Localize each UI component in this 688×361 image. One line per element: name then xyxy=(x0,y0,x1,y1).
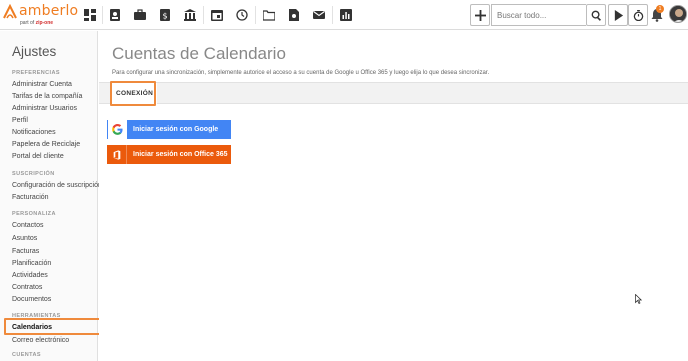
plus-icon xyxy=(474,9,486,21)
search-icon xyxy=(591,10,601,21)
settings-sidebar: Ajustes PREFERENCIAS Administrar Cuenta … xyxy=(0,31,102,361)
google-signin-button[interactable]: Iniciar sesión con Google xyxy=(107,120,231,139)
calendar-icon[interactable] xyxy=(208,6,226,24)
section-suscripcion: SUSCRIPCIÓN xyxy=(12,171,55,177)
sidebar-item-facturacion[interactable]: Facturación xyxy=(12,194,49,201)
notification-badge: 1 xyxy=(656,5,664,13)
section-cuentas: CUENTAS xyxy=(12,352,41,358)
history-icon[interactable] xyxy=(233,6,251,24)
document-search-icon[interactable] xyxy=(285,6,303,24)
stopwatch-button[interactable] xyxy=(628,4,648,26)
sidebar-item-contratos[interactable]: Contratos xyxy=(12,284,42,291)
sidebar-item-correo[interactable]: Correo electrónico xyxy=(12,337,69,344)
calendarios-highlight-box xyxy=(4,318,102,335)
briefcase-icon[interactable] xyxy=(131,6,149,24)
folder-icon[interactable] xyxy=(260,6,278,24)
sidebar-item-administrar-usuarios[interactable]: Administrar Usuarios xyxy=(12,105,77,112)
office365-signin-label: Iniciar sesión con Office 365 xyxy=(133,151,228,158)
sidebar-item-papelera[interactable]: Papelera de Reciclaje xyxy=(12,141,80,148)
sidebar-title: Ajustes xyxy=(12,44,57,59)
page-title: Cuentas de Calendario xyxy=(112,44,286,63)
sidebar-item-administrar-cuenta[interactable]: Administrar Cuenta xyxy=(12,81,72,88)
sidebar-item-portal-cliente[interactable]: Portal del cliente xyxy=(12,153,64,160)
start-timer-button[interactable] xyxy=(608,4,628,26)
mail-icon[interactable] xyxy=(310,6,328,24)
sidebar-item-planificacion[interactable]: Planificación xyxy=(12,260,51,267)
sidebar-item-notificaciones[interactable]: Notificaciones xyxy=(12,129,56,136)
google-signin-label: Iniciar sesión con Google xyxy=(133,126,219,133)
search-button[interactable] xyxy=(586,4,606,26)
sidebar-item-documentos[interactable]: Documentos xyxy=(12,296,51,303)
google-icon xyxy=(108,120,127,139)
top-bar: amberlo part of zip-one $ Buscar todo...… xyxy=(0,0,688,30)
bank-icon[interactable] xyxy=(181,6,199,24)
search-input[interactable] xyxy=(491,4,586,26)
user-avatar[interactable] xyxy=(669,5,687,23)
stopwatch-icon xyxy=(633,9,643,21)
invoice-icon[interactable]: $ xyxy=(156,6,174,24)
amberlo-logo-icon xyxy=(3,4,17,19)
play-icon xyxy=(614,9,623,21)
office365-signin-button[interactable]: Iniciar sesión con Office 365 xyxy=(107,145,231,164)
sidebar-item-config-suscripcion[interactable]: Configuración de suscripción xyxy=(12,182,102,189)
add-button[interactable] xyxy=(470,4,490,26)
office365-icon xyxy=(108,145,127,164)
section-preferencias: PREFERENCIAS xyxy=(12,70,60,76)
sidebar-item-actividades[interactable]: Actividades xyxy=(12,272,48,279)
amberlo-logo[interactable]: amberlo part of zip-one xyxy=(2,3,78,27)
sidebar-item-contactos[interactable]: Contactos xyxy=(12,222,44,229)
contacts-icon[interactable] xyxy=(106,6,124,24)
sidebar-item-tarifas[interactable]: Tarifas de la compañía xyxy=(12,93,82,100)
main-content: Cuentas de Calendario Para configurar un… xyxy=(99,31,688,361)
brand-name: amberlo xyxy=(19,3,79,19)
sidebar-item-perfil[interactable]: Perfil xyxy=(12,117,28,124)
reports-icon[interactable] xyxy=(337,6,355,24)
sidebar-item-asuntos[interactable]: Asuntos xyxy=(12,235,37,242)
mouse-cursor-icon xyxy=(635,294,642,304)
sidebar-item-facturas[interactable]: Facturas xyxy=(12,248,39,255)
svg-text:$: $ xyxy=(162,12,167,21)
section-personaliza: PERSONALIZA xyxy=(12,211,56,217)
page-description: Para configurar una sincronización, simp… xyxy=(112,70,490,76)
brand-subtitle: part of zip-one xyxy=(20,20,54,26)
tab-highlight-box xyxy=(110,81,156,106)
dashboard-icon[interactable] xyxy=(81,6,99,24)
tab-bar: CONEXIÓN xyxy=(99,82,688,104)
